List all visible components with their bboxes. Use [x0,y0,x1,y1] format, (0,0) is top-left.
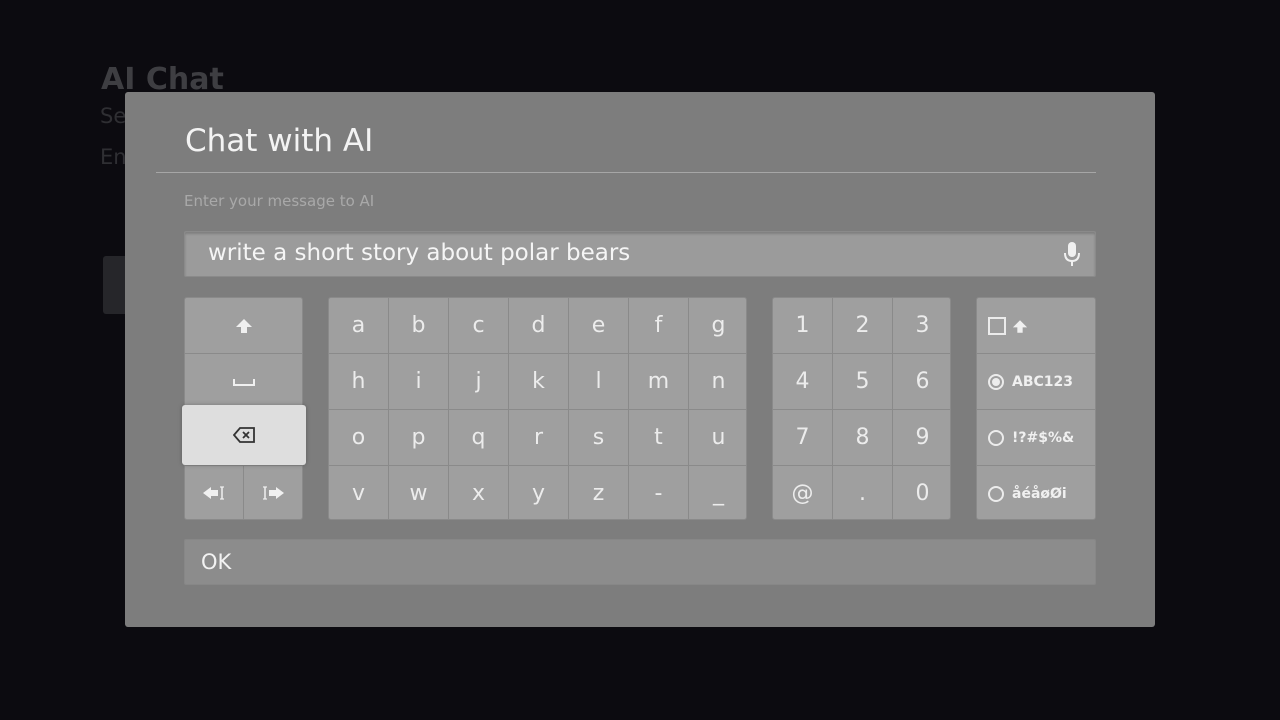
keyboard-key[interactable]: 1 [773,298,832,353]
keyboard-key[interactable]: g [689,298,746,353]
background-text: En [100,145,127,169]
mode-symbols[interactable]: !?#$%& [977,410,1095,466]
keyboard-key[interactable]: b [389,298,448,353]
caps-lock-checkbox [988,317,1006,335]
mode-abc123[interactable]: ABC123 [977,354,1095,410]
keyboard-key[interactable]: . [833,466,892,519]
letter-keys: a b c d e f g h i j k l m n o p q r s t u v w x y z - _ [328,297,747,520]
keyboard-key[interactable]: c [449,298,508,353]
keyboard-key[interactable]: 4 [773,354,832,409]
number-keys: 1 2 3 4 5 6 7 8 9 @. 0 [772,297,951,520]
keyboard-key[interactable]: u [689,410,746,465]
cursor-right-key[interactable] [244,466,302,519]
keyboard-key[interactable]: w [389,466,448,519]
mode-symbols-label: !?#$%& [1012,430,1075,446]
keyboard-key[interactable]: 8 [833,410,892,465]
keyboard-key[interactable]: p [389,410,448,465]
keyboard-key[interactable]: l [569,354,628,409]
caps-lock-toggle[interactable] [977,298,1095,354]
keyboard-key[interactable]: 3 [893,298,950,353]
keyboard-key[interactable]: 9 [893,410,950,465]
cursor-left-icon [203,485,224,500]
keyboard-key[interactable]: d [509,298,568,353]
chat-dialog: Chat with AI Enter your message to AI wr… [125,92,1155,627]
backspace-icon [233,427,255,443]
shift-icon [1012,319,1028,333]
keyboard-key[interactable]: q [449,410,508,465]
background-text: Se [100,104,127,128]
keyboard-key[interactable]: n [689,354,746,409]
keyboard-key[interactable]: 5 [833,354,892,409]
keyboard-key[interactable]: t [629,410,688,465]
cursor-left-key[interactable] [185,466,243,519]
keyboard-key[interactable]: 6 [893,354,950,409]
keyboard-key[interactable]: v [329,466,388,519]
keyboard-modes: ABC123 !?#$%& åéåøØi [976,297,1096,520]
keyboard-key[interactable]: @ [773,466,832,519]
keyboard-key[interactable]: m [629,354,688,409]
keyboard-key[interactable]: e [569,298,628,353]
microphone-icon[interactable] [1063,241,1081,267]
delete-key[interactable] [182,405,306,465]
mode-abc123-label: ABC123 [1012,374,1074,390]
keyboard-key[interactable]: o [329,410,388,465]
input-prompt: Enter your message to AI [184,192,375,210]
keyboard-key[interactable]: f [629,298,688,353]
keyboard-key[interactable]: - [629,466,688,519]
keyboard-key[interactable]: h [329,354,388,409]
keyboard-key[interactable]: k [509,354,568,409]
keyboard-key[interactable]: a [329,298,388,353]
title-divider [156,172,1096,173]
keyboard-key[interactable]: _ [689,466,746,519]
message-input[interactable]: write a short story about polar bears [184,231,1096,277]
keyboard-key[interactable]: 7 [773,410,832,465]
keyboard-key[interactable]: s [569,410,628,465]
dialog-title: Chat with AI [185,123,374,159]
keyboard-key[interactable]: 0 [893,466,950,519]
mode-accents-label: åéåøØi [1012,486,1067,502]
ok-label: OK [201,550,232,574]
radio-selected [988,374,1004,390]
keyboard-key[interactable]: i [389,354,448,409]
keyboard-key[interactable]: r [509,410,568,465]
cursor-right-icon [263,485,284,500]
radio-unselected [988,430,1004,446]
keyboard-key[interactable]: j [449,354,508,409]
space-icon [232,378,255,386]
shift-key[interactable] [185,298,302,353]
message-input-value: write a short story about polar bears [208,240,631,266]
shift-icon [235,318,252,333]
radio-unselected [988,486,1004,502]
keyboard-key[interactable]: y [509,466,568,519]
keyboard-key[interactable]: 2 [833,298,892,353]
ok-button[interactable]: OK [184,539,1096,585]
mode-accents[interactable]: åéåøØi [977,466,1095,519]
keyboard-key[interactable]: z [569,466,628,519]
space-key[interactable] [185,354,302,409]
keyboard-key[interactable]: x [449,466,508,519]
